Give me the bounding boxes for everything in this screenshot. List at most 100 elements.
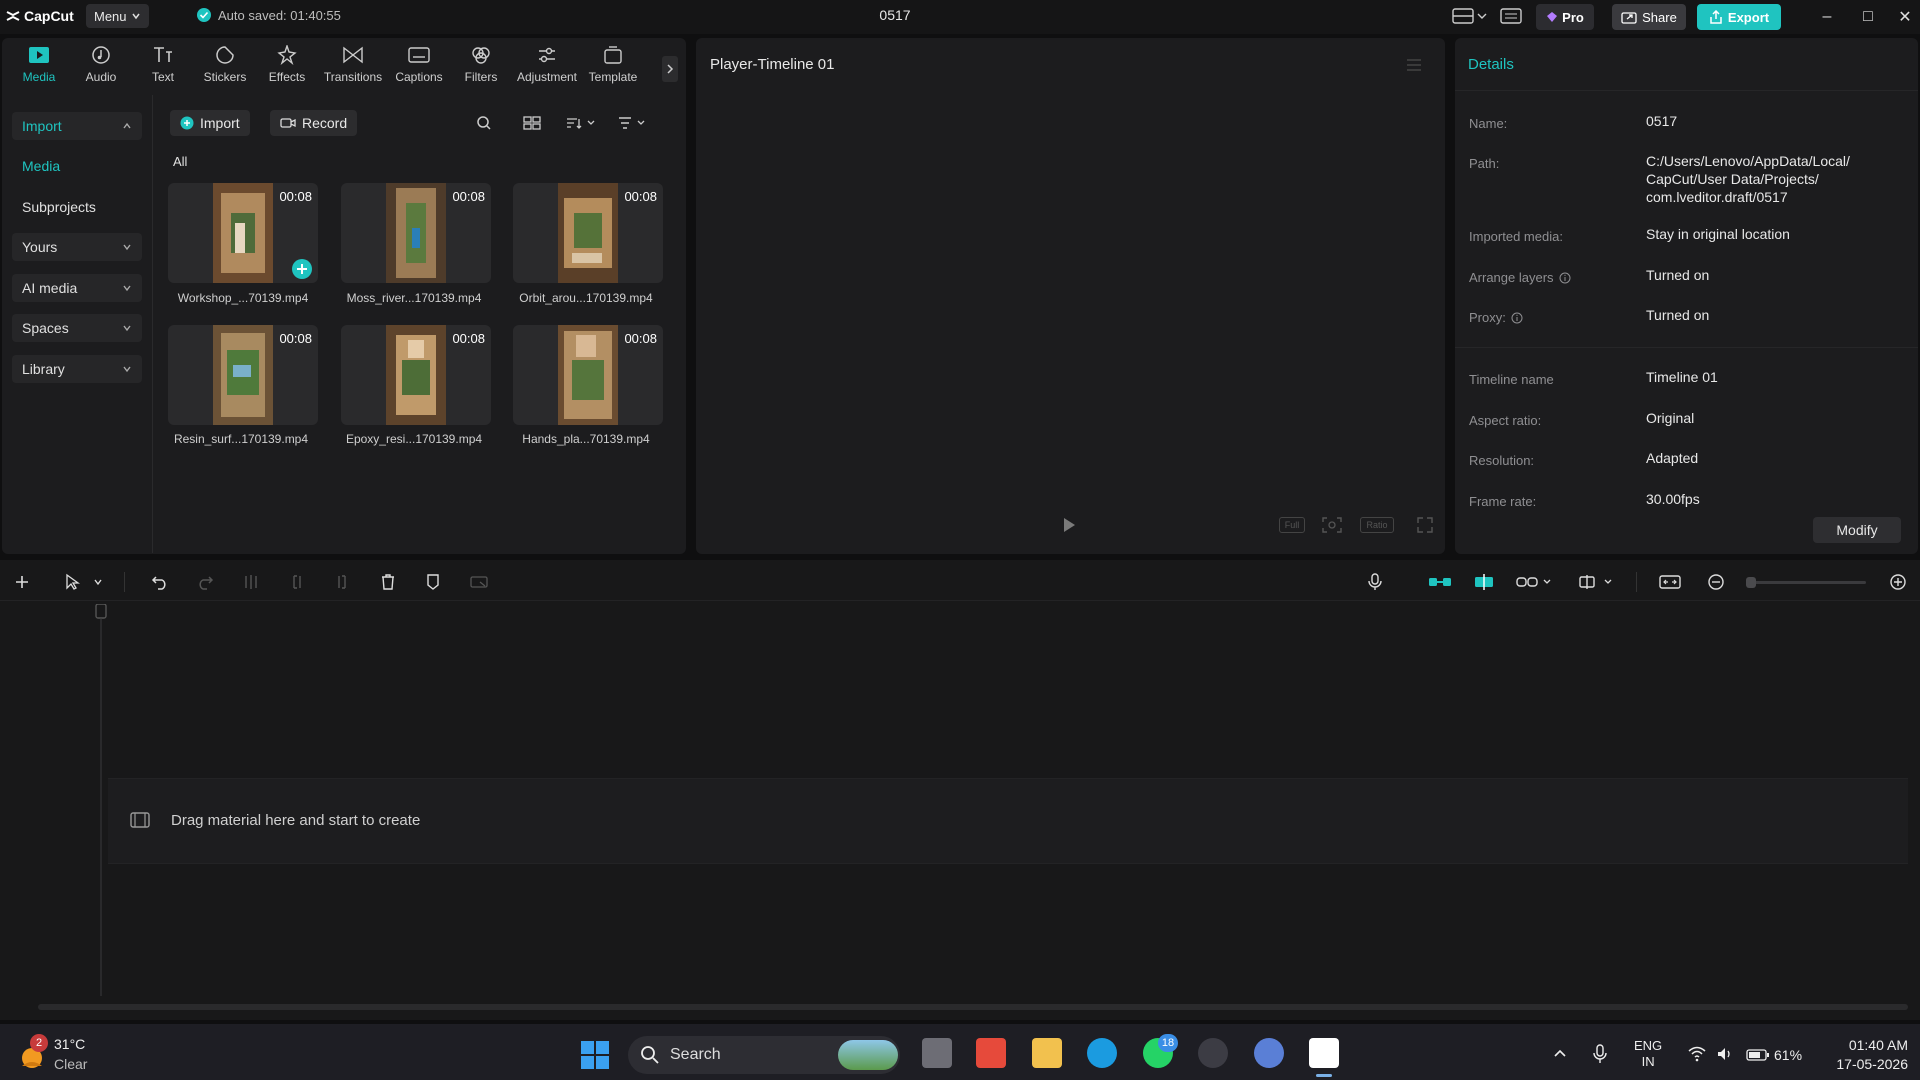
split-left-icon[interactable] (285, 570, 309, 594)
sidebar-item-ai-media[interactable]: AI media (12, 274, 142, 302)
preview-axis-icon[interactable] (1578, 570, 1618, 594)
split-icon[interactable] (239, 570, 263, 594)
export-button[interactable]: Export (1697, 4, 1781, 30)
marker-icon[interactable] (421, 570, 445, 594)
tab-adjustment[interactable]: Adjustment (512, 44, 582, 90)
microsoft-store-icon[interactable] (976, 1038, 1006, 1068)
playhead[interactable] (94, 604, 108, 996)
tab-stickers[interactable]: Stickers (194, 44, 256, 90)
sort-icon[interactable] (565, 115, 597, 131)
wifi-icon[interactable] (1688, 1046, 1706, 1062)
share-icon (1621, 12, 1637, 24)
media-clip[interactable]: 00:08 (513, 325, 663, 425)
info-icon[interactable] (1559, 272, 1571, 284)
microphone-icon[interactable] (1363, 570, 1387, 594)
tab-text[interactable]: Text (132, 44, 194, 90)
layout-icon[interactable] (1452, 7, 1474, 27)
chatgpt-icon[interactable] (1198, 1038, 1228, 1068)
media-clip[interactable]: 00:08 (341, 325, 491, 425)
sidebar-item-label: Import (22, 118, 62, 134)
text-icon (154, 47, 172, 62)
sidebar-item-subprojects[interactable]: Subprojects (12, 193, 142, 221)
delete-icon[interactable] (376, 570, 400, 594)
camera-icon (280, 118, 296, 128)
capcut-taskbar-icon[interactable] (1309, 1038, 1339, 1068)
fit-screen-icon[interactable] (1321, 516, 1343, 534)
system-clock[interactable]: 01:40 AM 17-05-2026 (1820, 1036, 1908, 1074)
filter-icon[interactable] (617, 115, 649, 131)
timeline-ruler-divider (0, 600, 1920, 601)
player-menu-icon[interactable] (1406, 58, 1422, 72)
info-icon[interactable] (1511, 312, 1523, 324)
sidebar-item-import[interactable]: Import (12, 112, 142, 140)
media-clip[interactable]: 00:08 (168, 325, 318, 425)
tab-transitions[interactable]: Transitions (318, 44, 388, 90)
share-button[interactable]: Share (1612, 4, 1686, 30)
sidebar-item-label: Spaces (22, 320, 69, 336)
fullscreen-icon[interactable] (1416, 516, 1434, 534)
split-right-icon[interactable] (330, 570, 354, 594)
shortcut-icon[interactable] (1500, 7, 1522, 27)
tab-template[interactable]: Template (582, 44, 644, 90)
media-clip[interactable]: 00:08 (341, 183, 491, 283)
select-tool-icon[interactable] (60, 570, 84, 594)
import-button[interactable]: Import (170, 110, 250, 136)
sidebar-item-label: Media (22, 158, 61, 174)
clip-thumbnail (386, 183, 446, 283)
tab-captions[interactable]: Captions (388, 44, 450, 90)
microphone-tray-icon[interactable] (1592, 1044, 1608, 1064)
grid-view-icon[interactable] (523, 115, 541, 131)
sidebar-item-yours[interactable]: Yours (12, 233, 142, 261)
media-clip[interactable]: 00:08 (168, 183, 318, 283)
search-icon[interactable] (476, 115, 492, 131)
play-icon[interactable] (1062, 517, 1076, 533)
add-track-icon[interactable] (10, 570, 34, 594)
media-clip[interactable]: 00:08 (513, 183, 663, 283)
details-section-divider (1455, 347, 1918, 348)
zoom-in-icon[interactable] (1886, 570, 1910, 594)
full-button[interactable]: Full (1279, 517, 1305, 533)
pro-button[interactable]: Pro (1536, 4, 1594, 30)
clip-thumbnail (213, 325, 273, 425)
filter-all[interactable]: All (173, 154, 187, 169)
tab-effects[interactable]: Effects (256, 44, 318, 90)
minimize-icon[interactable]: – (1816, 6, 1838, 28)
zoom-slider[interactable] (1746, 577, 1866, 588)
ratio-button[interactable]: Ratio (1360, 517, 1394, 533)
vpn-app-icon[interactable] (1254, 1038, 1284, 1068)
tab-audio-label: Audio (85, 70, 117, 84)
battery-status[interactable]: 61% (1746, 1047, 1802, 1063)
zoom-out-icon[interactable] (1704, 570, 1728, 594)
tab-audio[interactable]: Audio (70, 44, 132, 90)
edge-browser-icon[interactable] (1087, 1038, 1117, 1068)
toolbar-scroll-right[interactable] (662, 56, 678, 82)
add-to-timeline-icon[interactable] (292, 259, 312, 279)
task-view-icon[interactable] (922, 1038, 952, 1068)
sidebar-item-spaces[interactable]: Spaces (12, 314, 142, 342)
sidebar-item-library[interactable]: Library (12, 355, 142, 383)
windows-start-icon[interactable] (580, 1040, 610, 1070)
volume-icon[interactable] (1716, 1046, 1734, 1062)
main-track-magnet-icon[interactable] (1426, 570, 1454, 594)
language-indicator[interactable]: ENG IN (1634, 1038, 1662, 1070)
file-explorer-icon[interactable] (1032, 1038, 1062, 1068)
linkage-icon[interactable] (1515, 570, 1555, 594)
timeline-scrollbar[interactable] (38, 1004, 1908, 1010)
undo-icon[interactable] (148, 570, 172, 594)
record-button[interactable]: Record (270, 110, 358, 136)
timeline-fit-icon[interactable] (1658, 570, 1682, 594)
captions-icon (408, 47, 430, 63)
layout-chevron-icon[interactable] (1476, 7, 1490, 27)
sidebar-item-media[interactable]: Media (12, 152, 142, 180)
zoom-slider-handle[interactable] (1746, 577, 1756, 588)
select-tool-chevron-icon[interactable] (90, 570, 106, 594)
maximize-icon[interactable]: □ (1857, 6, 1879, 28)
tab-media[interactable]: Media (8, 44, 70, 90)
redo-icon[interactable] (193, 570, 217, 594)
tab-filters[interactable]: Filters (450, 44, 512, 90)
chevron-up-icon[interactable] (1552, 1046, 1568, 1060)
auto-reframe-icon[interactable] (467, 570, 491, 594)
auto-snap-icon[interactable] (1470, 570, 1498, 594)
close-icon[interactable]: ✕ (1894, 6, 1916, 28)
modify-button[interactable]: Modify (1813, 517, 1901, 543)
